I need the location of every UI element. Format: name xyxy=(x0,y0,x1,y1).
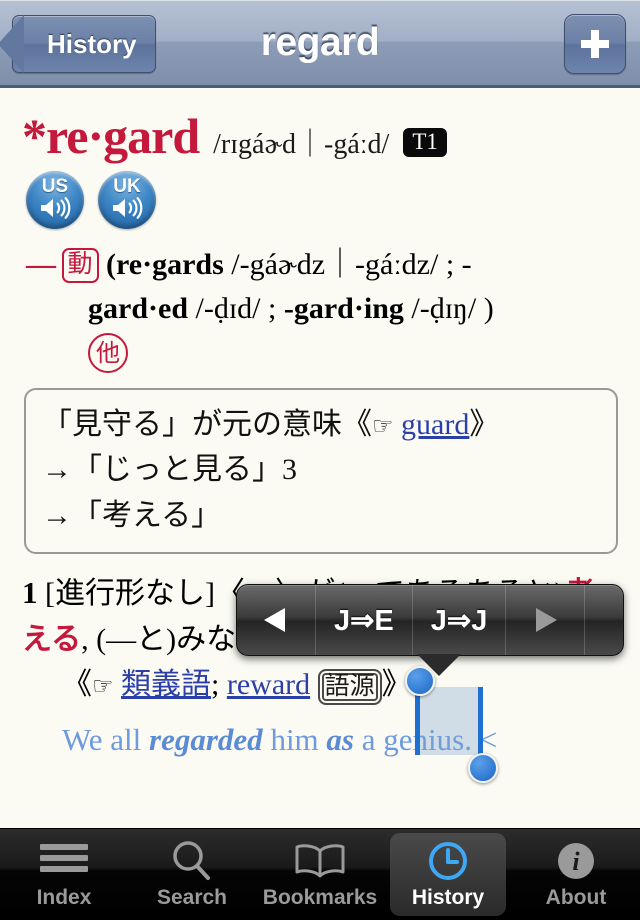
speaker-icon xyxy=(113,197,143,219)
speaker-icon xyxy=(41,197,71,219)
transitivity-badge: 他 xyxy=(88,333,128,373)
sense-number: 1 xyxy=(22,575,38,611)
open-book-icon xyxy=(293,840,347,882)
xref-open-bracket: 《 xyxy=(62,667,92,701)
us-audio-label: US xyxy=(41,176,69,197)
add-bookmark-button[interactable] xyxy=(564,14,626,74)
popup-jp-to-en-button[interactable]: J⇒E xyxy=(316,585,413,655)
audio-buttons-row: US UK xyxy=(0,165,640,229)
xref-separator: ; xyxy=(211,667,227,701)
phonetic-transcription: /rɪgáɚd｜-gáːd/ xyxy=(213,129,390,160)
example-part-3: a genius. < xyxy=(354,721,498,757)
inflection-past-phonetic: /-ḍɪd/ xyxy=(195,291,261,325)
hamburger-icon xyxy=(38,840,90,882)
inflection-sep-1: ; - xyxy=(445,248,472,281)
magnifier-icon xyxy=(170,840,214,882)
us-audio-button[interactable]: US xyxy=(26,171,84,229)
inflection-plural: (re·gards xyxy=(106,248,224,281)
inflection-close-paren: ) xyxy=(483,291,494,325)
example-headword-form: regarded xyxy=(149,721,263,757)
tab-bookmarks[interactable]: Bookmarks xyxy=(256,829,384,920)
tab-bookmarks-label: Bookmarks xyxy=(262,885,378,909)
plus-icon xyxy=(581,30,609,58)
etymology-text-1-close: 》 xyxy=(469,407,500,441)
tab-history[interactable]: History xyxy=(384,829,512,920)
example-sentence: We all regarded him as a genius. < xyxy=(22,707,620,764)
xref-link-reward[interactable]: reward xyxy=(227,668,310,701)
popup-prev-button[interactable] xyxy=(237,585,316,655)
level-badge: T1 xyxy=(403,128,447,158)
popup-next-button[interactable] xyxy=(506,585,586,655)
info-icon: i xyxy=(555,840,597,882)
app-root: History regard *re·gard /rɪgáɚd｜-gáːd/ T… xyxy=(0,0,640,920)
verb-line-3: 他 xyxy=(26,330,640,374)
uk-audio-button[interactable]: UK xyxy=(98,171,156,229)
uk-audio-label: UK xyxy=(113,176,141,197)
inflection-sep-2: ; xyxy=(268,291,284,325)
selection-action-popup: J⇒E J⇒J xyxy=(236,584,624,676)
clock-icon xyxy=(426,840,470,882)
selection-handle-end[interactable] xyxy=(468,753,498,783)
tab-history-label: History xyxy=(411,885,485,909)
usage-note: [進行形なし] xyxy=(45,577,215,611)
inflection-plural-phonetic: /-gáɚdz｜-gáːdz/ xyxy=(231,248,439,281)
tab-bar: Index Search Bookmarks History i About xyxy=(0,828,640,920)
tab-index-label: Index xyxy=(36,885,92,909)
triangle-right-icon xyxy=(536,608,558,632)
verb-line-1: — 動 (re·gards /-gáɚdz｜-gáːdz/ ; - xyxy=(26,243,640,287)
tab-search-label: Search xyxy=(156,885,228,909)
definition-keyword-b: る xyxy=(51,622,82,656)
tab-index[interactable]: Index xyxy=(0,829,128,920)
tab-about[interactable]: i About xyxy=(512,829,640,920)
example-part-1: We all xyxy=(62,721,150,757)
navigation-bar: History regard xyxy=(0,0,640,88)
entry-content[interactable]: *re·gard /rɪgáɚd｜-gáːd/ T1 US UK — 動 (re… xyxy=(0,91,640,828)
etymology-line-3: →「考える」 xyxy=(42,498,222,532)
example-part-2: him xyxy=(262,721,327,757)
inflection-progressive-phonetic: /-ḍɪŋ/ xyxy=(411,291,477,325)
xref-link-synonyms[interactable]: 類義語 xyxy=(121,668,211,701)
tab-about-label: About xyxy=(545,885,607,909)
etymology-link-guard[interactable]: guard xyxy=(401,408,469,441)
cross-reference-line: 《☞ 類義語; reward 語源 》. xyxy=(22,662,620,707)
verb-inflection-block: — 動 (re·gards /-gáɚdz｜-gáːdz/ ; - gard·e… xyxy=(0,229,640,374)
pointing-hand-icon: ☞ xyxy=(372,411,394,440)
etymology-text-1: 「見守る」が元の意味《 xyxy=(42,407,372,441)
page-title: regard xyxy=(260,20,380,64)
etymology-line-1: 「見守る」が元の意味《☞ guard》 xyxy=(42,402,600,448)
headword: *re·gard xyxy=(22,108,200,164)
triangle-left-icon xyxy=(264,608,285,632)
popup-jp-to-jp-button[interactable]: J⇒J xyxy=(413,585,507,655)
etymology-line-2: →「じっと見る」3 xyxy=(42,453,297,487)
etymology-box: 「見守る」が元の意味《☞ guard》 →「じっと見る」3 →「考える」 xyxy=(24,387,618,555)
popup-callout-arrow xyxy=(417,654,461,676)
part-of-speech-badge: 動 xyxy=(61,248,99,283)
section-dash: — xyxy=(26,248,56,281)
pointing-hand-icon: ☞ xyxy=(92,671,114,700)
svg-text:i: i xyxy=(572,847,580,876)
tab-search[interactable]: Search xyxy=(128,829,256,920)
headword-row: *re·gard /rɪgáɚd｜-gáːd/ T1 xyxy=(0,91,640,165)
verb-line-2: gard·ed /-ḍɪd/ ; -gard·ing /-ḍɪŋ/ ) xyxy=(26,287,640,331)
example-preposition: as xyxy=(326,721,354,757)
inflection-past: gard·ed xyxy=(88,291,189,325)
inflection-progressive: -gard·ing xyxy=(283,291,404,325)
etymology-badge[interactable]: 語源 xyxy=(317,668,382,705)
